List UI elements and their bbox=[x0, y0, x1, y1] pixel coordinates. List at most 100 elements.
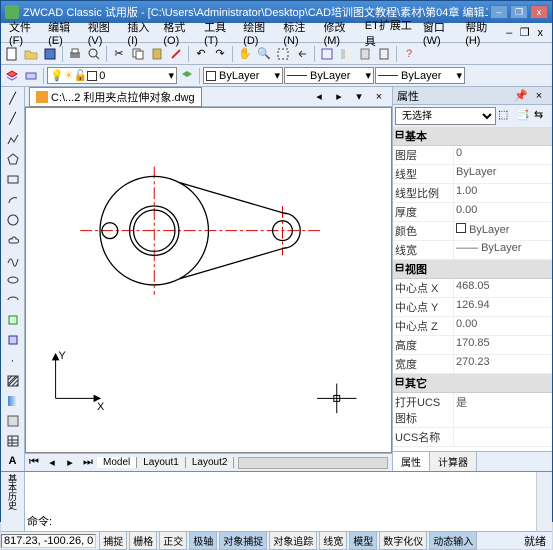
tab-last-icon[interactable]: ⏭ bbox=[79, 454, 97, 472]
menu-edit[interactable]: 编辑(E) bbox=[44, 17, 84, 49]
layer-prev-icon[interactable] bbox=[178, 67, 196, 85]
snap-toggle[interactable]: 捕捉 bbox=[99, 531, 127, 550]
menu-tools[interactable]: 工具(T) bbox=[200, 17, 239, 49]
coord-display[interactable]: 817.23, -100.26, 0 bbox=[1, 534, 96, 548]
tab-next2-icon[interactable]: ▸ bbox=[61, 454, 79, 472]
undo-icon[interactable]: ↶ bbox=[192, 45, 210, 63]
tab-next-icon[interactable]: ▸ bbox=[330, 88, 348, 106]
prop-lw[interactable]: —— ByLayer bbox=[453, 241, 552, 259]
linetype-dropdown[interactable]: ByLayer ▾ bbox=[284, 67, 374, 84]
props-tab-calc[interactable]: 计算器 bbox=[430, 452, 477, 471]
prop-cz[interactable]: 0.00 bbox=[453, 317, 552, 335]
spline-icon[interactable] bbox=[3, 250, 23, 269]
point-icon[interactable]: · bbox=[3, 351, 23, 370]
zoom-icon[interactable]: 🔍 bbox=[255, 45, 273, 63]
doc-minimize-button[interactable]: – bbox=[501, 24, 517, 42]
restore-button[interactable]: ❐ bbox=[510, 5, 528, 19]
hscrollbar[interactable] bbox=[238, 457, 388, 469]
quickselect-icon[interactable]: ⬚ bbox=[498, 108, 514, 124]
open-icon[interactable] bbox=[22, 45, 40, 63]
zoom-prev-icon[interactable] bbox=[293, 45, 311, 63]
prop-color[interactable]: ByLayer bbox=[453, 222, 552, 240]
tab-layout1[interactable]: Layout1 bbox=[137, 457, 186, 468]
doc-close-button[interactable]: x bbox=[532, 24, 548, 42]
prop-ltscale[interactable]: 1.00 bbox=[453, 184, 552, 202]
help-icon[interactable]: ? bbox=[400, 45, 418, 63]
insert-icon[interactable] bbox=[3, 311, 23, 330]
drawing-canvas[interactable]: Y X bbox=[25, 107, 392, 453]
menu-window[interactable]: 窗口(W) bbox=[419, 17, 461, 49]
prop-linetype[interactable]: ByLayer bbox=[453, 165, 552, 183]
grid-toggle[interactable]: 栅格 bbox=[129, 531, 157, 550]
polar-toggle[interactable]: 极轴 bbox=[189, 531, 217, 550]
menu-format[interactable]: 格式(O) bbox=[159, 17, 200, 49]
prop-w[interactable]: 270.23 bbox=[453, 355, 552, 373]
prop-ucsname[interactable] bbox=[453, 428, 552, 446]
ortho-toggle[interactable]: 正交 bbox=[159, 531, 187, 550]
prop-cy[interactable]: 126.94 bbox=[453, 298, 552, 316]
tab-model[interactable]: Model bbox=[97, 457, 137, 468]
digitizer-toggle[interactable]: 数字化仪 bbox=[379, 531, 427, 550]
color-dropdown[interactable]: ByLayer ▾ bbox=[203, 67, 283, 84]
ellipse-arc-icon[interactable] bbox=[3, 291, 23, 310]
panel-pin-icon[interactable]: 📌 bbox=[512, 87, 530, 105]
cmd-tab1-icon[interactable]: 基本 bbox=[4, 474, 22, 492]
polygon-icon[interactable] bbox=[3, 149, 23, 168]
region-icon[interactable] bbox=[3, 412, 23, 431]
otrack-toggle[interactable]: 对象追踪 bbox=[269, 531, 317, 550]
revcloud-icon[interactable] bbox=[3, 230, 23, 249]
tab-prev-icon[interactable]: ◂ bbox=[310, 88, 328, 106]
block-icon[interactable] bbox=[3, 331, 23, 350]
close-button[interactable]: x bbox=[530, 5, 548, 19]
menu-modify[interactable]: 修改(M) bbox=[320, 17, 361, 49]
menu-draw[interactable]: 绘图(D) bbox=[239, 17, 279, 49]
command-scrollbar[interactable] bbox=[536, 472, 552, 531]
menu-view[interactable]: 视图(V) bbox=[84, 17, 124, 49]
pickobj-icon[interactable]: 📑 bbox=[516, 108, 532, 124]
lineweight-dropdown[interactable]: ByLayer ▾ bbox=[375, 67, 465, 84]
prop-cx[interactable]: 468.05 bbox=[453, 279, 552, 297]
tab-prev2-icon[interactable]: ◂ bbox=[43, 454, 61, 472]
zoom-window-icon[interactable] bbox=[274, 45, 292, 63]
line-icon[interactable]: ╱ bbox=[3, 89, 23, 108]
hatch-icon[interactable] bbox=[3, 371, 23, 390]
gradient-icon[interactable] bbox=[3, 391, 23, 410]
tab-list-icon[interactable]: ▾ bbox=[350, 88, 368, 106]
pan-icon[interactable]: ✋ bbox=[236, 45, 254, 63]
redo-icon[interactable]: ↷ bbox=[211, 45, 229, 63]
toggle-icon[interactable]: ⇆ bbox=[534, 108, 550, 124]
prop-h[interactable]: 170.85 bbox=[453, 336, 552, 354]
tab-close-icon[interactable]: × bbox=[370, 88, 388, 106]
copy-icon[interactable] bbox=[129, 45, 147, 63]
layer-states-icon[interactable] bbox=[22, 67, 40, 85]
layer-manager-icon[interactable] bbox=[3, 67, 21, 85]
paste-icon[interactable] bbox=[148, 45, 166, 63]
new-icon[interactable] bbox=[3, 45, 21, 63]
table-icon[interactable] bbox=[3, 432, 23, 451]
calc-icon[interactable] bbox=[375, 45, 393, 63]
design-center-icon[interactable] bbox=[337, 45, 355, 63]
save-icon[interactable] bbox=[41, 45, 59, 63]
pline-icon[interactable] bbox=[3, 129, 23, 148]
tool-palette-icon[interactable] bbox=[356, 45, 374, 63]
print-icon[interactable] bbox=[66, 45, 84, 63]
props-tab-properties[interactable]: 属性 bbox=[393, 452, 430, 471]
tab-first-icon[interactable]: ⏮ bbox=[25, 454, 43, 472]
file-tab-active[interactable]: C:\...2 利用夹点拉伸对象.dwg bbox=[29, 87, 202, 107]
menu-insert[interactable]: 插入(I) bbox=[123, 17, 159, 49]
dyn-toggle[interactable]: 动态输入 bbox=[429, 531, 477, 550]
cmd-tab2-icon[interactable]: 历史 bbox=[4, 492, 22, 510]
command-line[interactable]: 命令: bbox=[25, 472, 536, 531]
doc-restore-button[interactable]: ❐ bbox=[517, 24, 533, 42]
properties-icon[interactable] bbox=[318, 45, 336, 63]
osnap-toggle[interactable]: 对象捕捉 bbox=[219, 531, 267, 550]
prop-layer[interactable]: 0 bbox=[453, 146, 552, 164]
ellipse-icon[interactable] bbox=[3, 270, 23, 289]
menu-dim[interactable]: 标注(N) bbox=[279, 17, 319, 49]
preview-icon[interactable] bbox=[85, 45, 103, 63]
arc-icon[interactable] bbox=[3, 190, 23, 209]
text-icon[interactable]: A bbox=[3, 452, 23, 471]
circle-icon[interactable] bbox=[3, 210, 23, 229]
cut-icon[interactable]: ✂ bbox=[110, 45, 128, 63]
lwt-toggle[interactable]: 线宽 bbox=[319, 531, 347, 550]
